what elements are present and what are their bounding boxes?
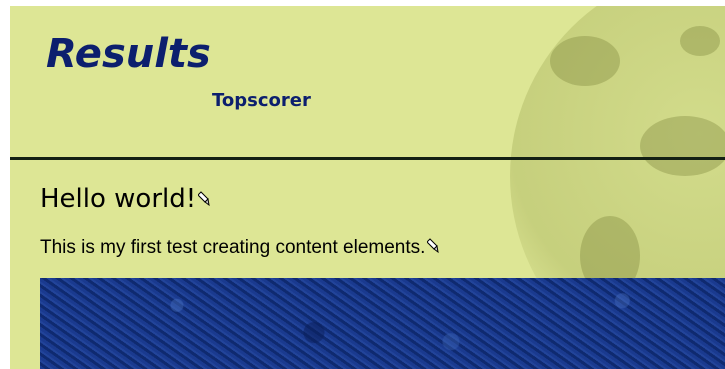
content-body-text: This is my first test creating content e… [40,237,426,258]
page-header: Results Topscorer [10,6,725,156]
content-panel: Results Topscorer Hello world! This is m… [10,6,725,369]
content-image [40,278,725,369]
pencil-icon[interactable] [426,238,440,254]
content-heading-text: Hello world! [40,184,197,214]
header-divider [10,157,725,160]
content-heading: Hello world! [40,186,210,212]
pencil-icon[interactable] [197,186,210,207]
page: Results Topscorer Hello world! This is m… [0,0,725,369]
content-text: This is my first test creating content e… [40,237,440,258]
page-subtitle: Topscorer [212,90,311,111]
page-title: Results [46,31,211,77]
